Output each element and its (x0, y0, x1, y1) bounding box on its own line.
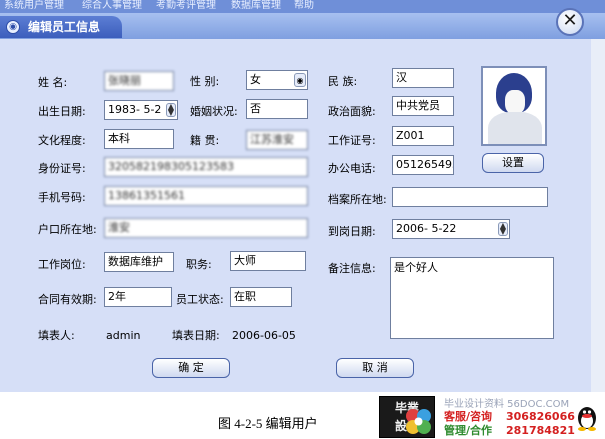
birth-date-picker[interactable]: 1983- 5-2 ▲ ▼ (104, 100, 178, 120)
menu-item-attendance[interactable]: 考勤考评管理 (156, 0, 216, 12)
political-input[interactable]: 中共党员 (392, 96, 454, 116)
collapse-icon[interactable]: ◉ (6, 20, 20, 34)
manage-number: 281784821 (506, 424, 575, 437)
qq-penguin-icon (578, 407, 596, 431)
duty-label: 职务: (186, 258, 212, 271)
arrival-label: 到岗日期: (328, 225, 376, 238)
figure-caption: 图 4-2-5 编辑用户 (218, 416, 318, 431)
site-watermark: 毕业设计资料 56DOC.COM (444, 399, 570, 410)
menu-bar: 系统用户管理 综合人事管理 考勤考评管理 数据库管理 帮助 (0, 0, 605, 13)
ethnicity-input[interactable]: 汉 (392, 68, 454, 88)
contract-label: 合同有效期: (38, 293, 97, 306)
employee-photo (481, 66, 547, 146)
notes-label: 备注信息: (328, 262, 376, 275)
notes-textarea[interactable]: 是个好人 (390, 257, 554, 339)
date-spin-icon[interactable]: ▲ ▼ (166, 103, 176, 117)
gender-value: 女 (250, 73, 261, 86)
dropdown-icon[interactable]: ◉ (294, 73, 306, 87)
cancel-button[interactable]: 取 消 (336, 358, 414, 378)
flower-logo-icon (406, 409, 431, 434)
menu-item-hr[interactable]: 综合人事管理 (82, 0, 142, 12)
gender-select[interactable]: 女 ◉ (246, 70, 308, 90)
position-label: 工作岗位: (38, 258, 86, 271)
marital-input[interactable]: 否 (246, 99, 308, 119)
mobile-input[interactable]: 13861351561 (104, 186, 308, 206)
menu-item-system-users[interactable]: 系统用户管理 (4, 0, 64, 12)
marital-label: 婚姻状况: (190, 105, 238, 118)
contract-input[interactable]: 2年 (104, 287, 172, 307)
menu-item-help[interactable]: 帮助 (294, 0, 314, 12)
workid-input[interactable]: Z001 (392, 126, 454, 146)
panel-edge (591, 39, 605, 392)
idcard-label: 身份证号: (38, 162, 86, 175)
filldate-label: 填表日期: (172, 329, 220, 342)
photo-face (505, 90, 525, 114)
hukou-input[interactable]: 淮安 (104, 218, 308, 238)
filldate-value: 2006-06-05 (232, 329, 296, 342)
manage-label: 管理/合作 (444, 424, 493, 437)
gender-label: 性 别: (190, 75, 220, 88)
origin-input[interactable]: 江苏淮安 (246, 130, 308, 150)
education-label: 文化程度: (38, 134, 86, 147)
status-label: 员工状态: (176, 293, 224, 306)
close-button[interactable]: ✕ (556, 8, 584, 36)
status-input[interactable]: 在职 (230, 287, 292, 307)
idcard-input[interactable]: 320582198305123583 (104, 157, 308, 177)
date-spin-icon[interactable]: ▲ ▼ (498, 222, 508, 236)
service-number: 306826066 (506, 410, 575, 423)
window-title: 编辑员工信息 (28, 20, 101, 34)
education-input[interactable]: 本科 (104, 129, 174, 149)
hukou-label: 户口所在地: (38, 223, 97, 236)
birth-label: 出生日期: (38, 105, 86, 118)
filler-label: 填表人: (38, 329, 75, 342)
ethnicity-label: 民 族: (328, 75, 358, 88)
office-phone-input[interactable]: 051265495 (392, 155, 454, 175)
name-input[interactable]: 张晓丽 (104, 71, 174, 91)
mobile-label: 手机号码: (38, 191, 86, 204)
position-input[interactable]: 数据库维护 (104, 252, 174, 272)
duty-input[interactable]: 大师 (230, 251, 306, 271)
political-label: 政治面貌: (328, 105, 376, 118)
menu-item-database[interactable]: 数据库管理 (231, 0, 281, 12)
filler-value: admin (106, 329, 141, 342)
settings-button[interactable]: 设置 (482, 153, 544, 173)
service-label: 客服/咨询 (444, 410, 493, 423)
arrival-value: 2006- 5-22 (396, 222, 457, 235)
arrival-date-picker[interactable]: 2006- 5-22 ▲ ▼ (392, 219, 510, 239)
workid-label: 工作证号: (328, 134, 376, 147)
photo-torso (488, 112, 542, 144)
origin-label: 籍 贯: (190, 134, 220, 147)
ok-button[interactable]: 确 定 (152, 358, 230, 378)
office-phone-label: 办公电话: (328, 162, 376, 175)
archive-label: 档案所在地: (328, 193, 387, 206)
archive-input[interactable] (392, 187, 548, 207)
birth-value: 1983- 5-2 (108, 103, 162, 116)
name-label: 姓 名: (38, 76, 68, 89)
